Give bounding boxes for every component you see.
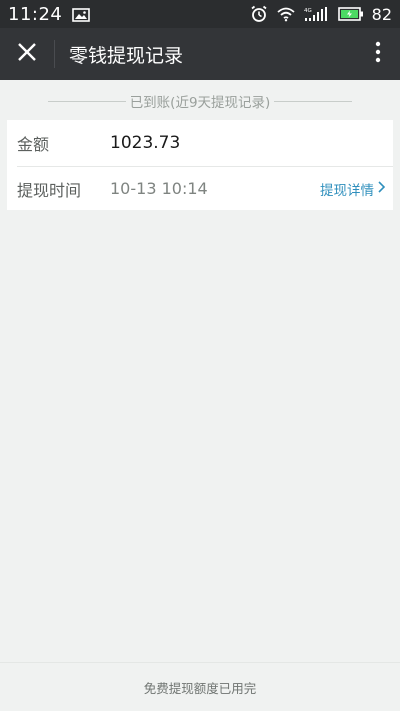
amount-label: 金额 — [17, 134, 50, 154]
caption-line-right — [274, 100, 353, 102]
image-icon — [72, 7, 91, 22]
app-bar: 零钱提现记录 — [0, 28, 400, 80]
caption-line-left — [47, 100, 126, 102]
status-bar: 11:24 4G 82 — [0, 0, 400, 28]
detail-link-label: 提现详情 — [320, 182, 374, 199]
more-vertical-icon — [375, 41, 381, 67]
wifi-icon — [276, 6, 296, 22]
time-row: 提现时间 10-13 10:14 提现详情 — [7, 166, 393, 211]
close-button[interactable] — [0, 28, 54, 80]
signal-icon: 4G — [304, 6, 330, 22]
amount-row: 金额 1023.73 — [7, 120, 393, 165]
amount-value: 1023.73 — [110, 132, 181, 153]
alarm-icon — [250, 5, 268, 23]
status-time: 11:24 — [8, 3, 63, 25]
chevron-right-icon — [374, 180, 386, 197]
section-caption: 已到账(近9天提现记录) — [0, 86, 400, 116]
app-bar-divider — [54, 40, 55, 68]
svg-text:4G: 4G — [304, 8, 312, 14]
battery-icon — [337, 7, 364, 21]
time-label: 提现时间 — [17, 180, 82, 200]
time-value: 10-13 10:14 — [110, 179, 208, 198]
caption-text: 已到账(近9天提现记录) — [129, 95, 271, 111]
status-indicators: 4G 82 — [250, 5, 392, 24]
withdrawal-detail-link[interactable]: 提现详情 — [320, 179, 386, 199]
page-title: 零钱提现记录 — [69, 44, 184, 67]
more-button[interactable] — [356, 28, 400, 80]
withdrawal-record-card: 金额 1023.73 提现时间 10-13 10:14 提现详情 — [7, 120, 393, 210]
close-icon — [17, 42, 37, 66]
footer-note: 免费提现额度已用完 — [0, 662, 400, 711]
battery-level: 82 — [371, 4, 392, 24]
